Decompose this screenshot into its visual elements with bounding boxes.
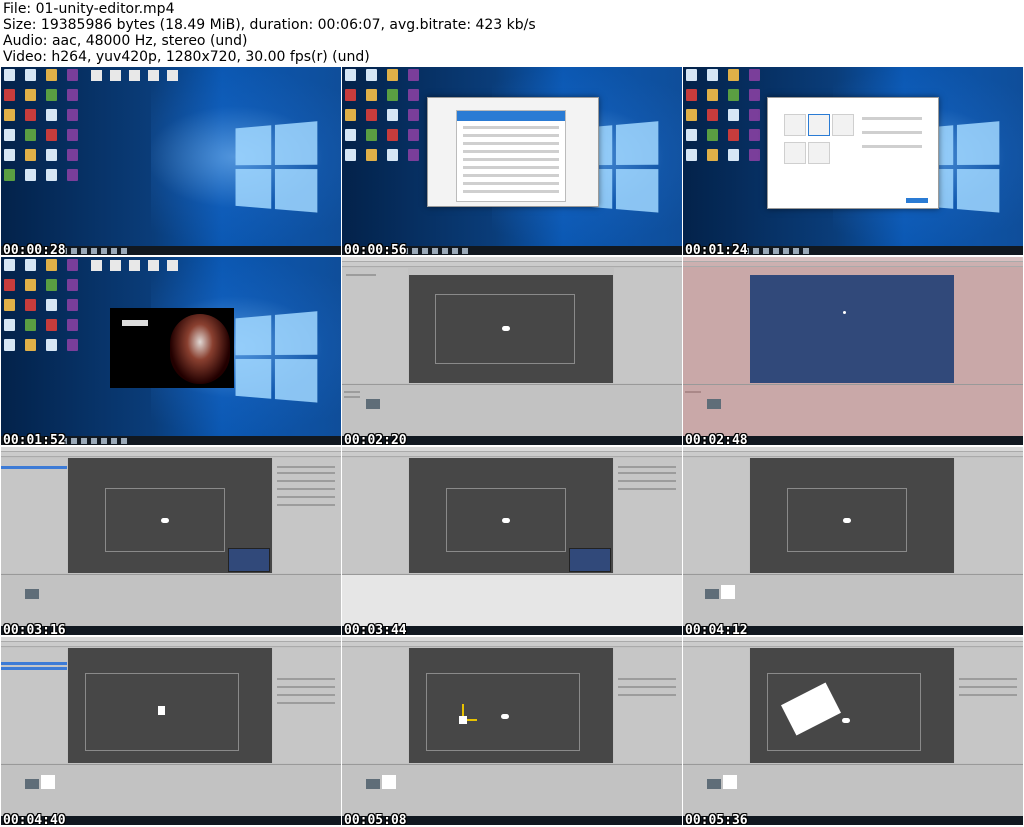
timestamp: 00:02:48 [685,433,748,445]
unity-hub-window [427,97,599,207]
timestamp: 00:04:40 [3,813,66,825]
timestamp: 00:03:16 [3,623,66,635]
desktop-icons [4,69,82,181]
timestamp: 00:01:52 [3,433,66,445]
game-view[interactable] [750,275,954,383]
timestamp: 00:02:20 [344,433,407,445]
timestamp: 00:04:12 [685,623,748,635]
scene-view[interactable] [750,458,954,573]
file-info: File: 01-unity-editor.mp4 Size: 19385986 … [3,1,536,65]
thumbnail-12[interactable]: 00:05:36 [683,637,1023,825]
timestamp: 00:03:44 [344,623,407,635]
scene-view[interactable] [68,458,272,573]
unity-splash-screen [110,308,234,388]
timestamp: 00:00:28 [3,243,66,255]
new-project-dialog [767,97,939,209]
timestamp: 00:05:36 [685,813,748,825]
thumbnail-11[interactable]: 00:05:08 [342,637,682,825]
thumbnail-4[interactable]: 00:01:52 [1,257,341,445]
thumbnail-9[interactable]: 00:04:12 [683,447,1023,635]
scene-view[interactable] [409,458,613,573]
timestamp: 00:00:56 [344,243,407,255]
file-name: File: 01-unity-editor.mp4 [3,1,175,17]
video-info: Video: h264, yuv420p, 1280x720, 30.00 fp… [3,49,370,65]
thumbnail-3[interactable]: 00:01:24 [683,67,1023,255]
thumbnail-2[interactable]: 00:00:56 [342,67,682,255]
scene-view[interactable] [409,275,613,383]
timestamp: 00:05:08 [344,813,407,825]
thumbnail-5[interactable]: 00:02:20 [342,257,682,445]
scene-view[interactable] [750,648,954,763]
file-size: Size: 19385986 bytes (18.49 MiB), durati… [3,17,536,33]
thumbnail-10[interactable]: 00:04:40 [1,637,341,825]
scene-view[interactable] [68,648,272,763]
thumbnail-6[interactable]: 00:02:48 [683,257,1023,445]
add-version-dialog [456,110,566,202]
thumbnail-8[interactable]: 00:03:44 [342,447,682,635]
thumbnail-7[interactable]: 00:03:16 [1,447,341,635]
thumbnail-1[interactable]: 00:00:28 [1,67,341,255]
scene-view[interactable] [409,648,613,763]
audio-info: Audio: aac, 48000 Hz, stereo (und) [3,33,248,49]
timestamp: 00:01:24 [685,243,748,255]
